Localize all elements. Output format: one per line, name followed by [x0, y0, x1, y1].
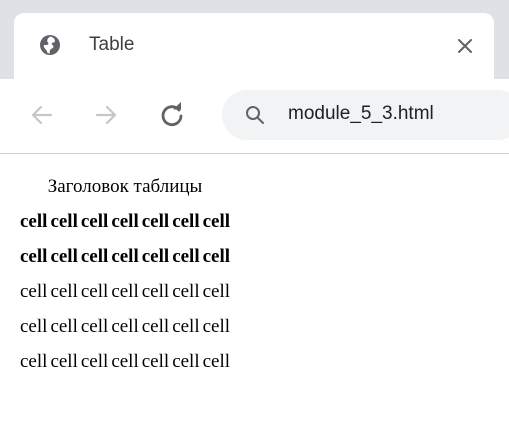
- table-caption: Заголовок таблицы: [47, 176, 203, 197]
- table-row: cell cell cell cell cell cell cell: [20, 309, 230, 344]
- table-cell: cell: [141, 316, 170, 337]
- table-cell: cell: [172, 281, 200, 302]
- browser-toolbar: module_5_3.html: [0, 79, 509, 154]
- page-content: Заголовок таблицы cell cell cell cell ce…: [0, 155, 509, 428]
- back-arrow-icon[interactable]: [28, 101, 56, 129]
- table-cell: cell: [80, 281, 109, 302]
- header-cell: cell: [111, 211, 139, 232]
- table-cell: cell: [111, 351, 139, 372]
- header-cell: cell: [80, 246, 109, 267]
- header-cell: cell: [202, 211, 231, 232]
- table-cell: cell: [202, 351, 231, 372]
- table-cell: cell: [80, 316, 109, 337]
- table-cell: cell: [50, 316, 78, 337]
- header-cell: cell: [172, 211, 200, 232]
- table-header-row: cell cell cell cell cell cell cell: [20, 239, 230, 274]
- table-cell: cell: [141, 281, 170, 302]
- table-cell: cell: [111, 281, 139, 302]
- table-cell: cell: [80, 351, 109, 372]
- search-icon: [246, 106, 264, 124]
- header-cell: cell: [141, 211, 170, 232]
- table-cell: cell: [202, 281, 231, 302]
- table-cell: cell: [20, 351, 48, 372]
- table-cell: cell: [20, 316, 48, 337]
- table-row: cell cell cell cell cell cell cell: [20, 344, 230, 379]
- table-cell: cell: [202, 316, 231, 337]
- browser-tab[interactable]: Table: [14, 13, 494, 79]
- header-cell: cell: [111, 246, 139, 267]
- header-cell: cell: [50, 211, 78, 232]
- address-bar[interactable]: module_5_3.html: [222, 90, 509, 140]
- address-url[interactable]: module_5_3.html: [288, 103, 434, 125]
- header-cell: cell: [202, 246, 231, 267]
- header-cell: cell: [80, 211, 109, 232]
- header-cell: cell: [20, 246, 48, 267]
- header-cell: cell: [20, 211, 48, 232]
- forward-arrow-icon[interactable]: [92, 101, 120, 129]
- table-cell: cell: [50, 351, 78, 372]
- table-cell: cell: [50, 281, 78, 302]
- header-cell: cell: [141, 246, 170, 267]
- header-cell: cell: [172, 246, 200, 267]
- table-header-row: cell cell cell cell cell cell cell: [20, 204, 230, 239]
- header-cell: cell: [50, 246, 78, 267]
- table-cell: cell: [141, 351, 170, 372]
- tab-title: Table: [89, 34, 135, 55]
- table-row: cell cell cell cell cell cell cell: [20, 274, 230, 309]
- reload-icon[interactable]: [158, 101, 186, 129]
- browser-chrome: Table module_5_3.html: [0, 0, 509, 154]
- table-cell: cell: [172, 351, 200, 372]
- table-cell: cell: [111, 316, 139, 337]
- data-table: Заголовок таблицы cell cell cell cell ce…: [17, 169, 233, 379]
- close-icon[interactable]: [456, 37, 474, 55]
- table-cell: cell: [20, 281, 48, 302]
- globe-icon: [40, 35, 60, 55]
- table-cell: cell: [172, 316, 200, 337]
